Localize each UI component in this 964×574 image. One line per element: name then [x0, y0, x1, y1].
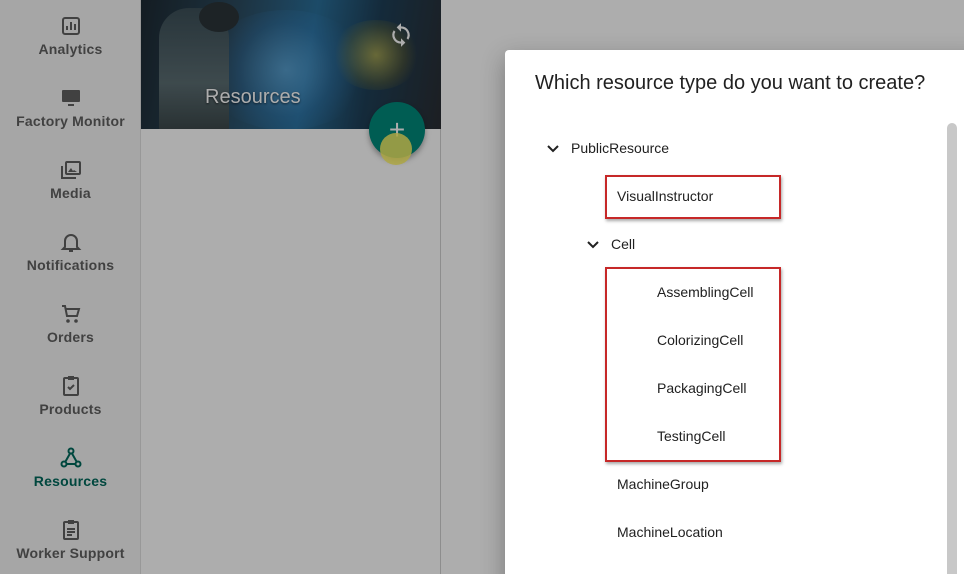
- tree-item-label: PublicResource: [571, 140, 670, 156]
- tree-item-machine-location[interactable]: MachineLocation: [617, 508, 723, 556]
- tree-item-cell[interactable]: Cell: [581, 220, 635, 268]
- dialog-scrollbar[interactable]: [947, 123, 957, 574]
- tree-item-label: MachineGroup: [617, 476, 709, 492]
- tree-item-label: MachineLocation: [617, 524, 723, 540]
- tree-item-machine-group[interactable]: MachineGroup: [617, 460, 709, 508]
- tree-item-label: Cell: [611, 236, 636, 252]
- chevron-down-icon[interactable]: [541, 136, 565, 160]
- highlight-box-visual-instructor: [605, 175, 781, 219]
- chevron-down-icon[interactable]: [581, 232, 605, 256]
- highlight-box-cell-types: [605, 267, 781, 462]
- dialog-title: Which resource type do you want to creat…: [535, 72, 926, 94]
- tree-item-public-resource[interactable]: PublicResource: [541, 124, 669, 172]
- create-resource-dialog: Which resource type do you want to creat…: [505, 50, 964, 574]
